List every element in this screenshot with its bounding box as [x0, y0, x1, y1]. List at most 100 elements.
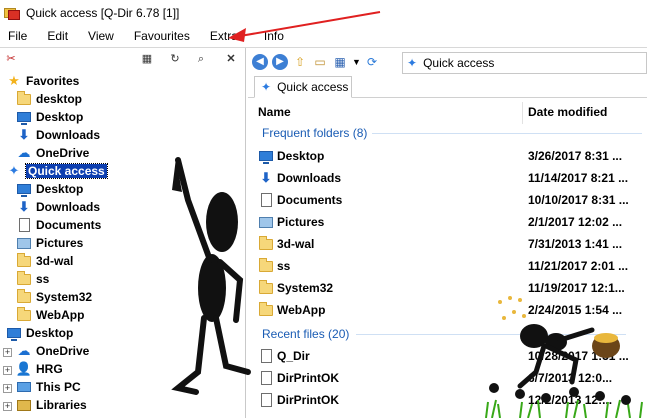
tree-item[interactable]: ☁ OneDrive [16, 144, 90, 162]
close-icon[interactable]: ✕ [224, 52, 238, 66]
tab-strip: ✦ Quick access [248, 74, 647, 98]
tree-item[interactable]: desktop [16, 90, 82, 108]
chevron-down-icon[interactable]: ▼ [352, 54, 361, 70]
column-header: Name Date modified [248, 102, 647, 124]
list-item[interactable]: DirPrintOK 6/7/2013 12:0... [256, 367, 647, 389]
tree-item[interactable]: Desktop [16, 108, 83, 126]
refresh-tree-icon[interactable]: ↻ [168, 52, 182, 66]
folder-icon [259, 235, 273, 250]
expand-toggle[interactable]: + [3, 384, 12, 393]
library-icon [17, 399, 31, 411]
tree-item[interactable]: System32 [16, 288, 92, 306]
tree-item[interactable]: ⬇ Downloads [16, 198, 100, 216]
list-item[interactable]: Q_Dir 10/28/2017 1:31 ... [256, 345, 647, 367]
desktop-icon [17, 112, 31, 125]
tree-root-desktop[interactable]: Desktop [6, 324, 73, 342]
folder-icon [259, 257, 273, 272]
pin-icon[interactable]: ✂ [4, 52, 18, 66]
new-folder-icon[interactable]: ▭ [312, 54, 328, 70]
quick-access-icon: ✦ [261, 80, 272, 94]
column-date-modified[interactable]: Date modified [528, 105, 607, 119]
folder-tree-pane: ✂ ▦ ↻ ⌕ ✕ ★ Favorites desktop Desktop ⬇ … [0, 48, 246, 418]
tree-quick-access[interactable]: ✦ Quick access [6, 162, 108, 180]
tree-root-libraries[interactable]: Libraries [16, 396, 87, 414]
group-header-recent[interactable]: Recent files (20) [248, 325, 647, 343]
tree-root-onedrive[interactable]: ☁ OneDrive [16, 342, 90, 360]
tree-root-this-pc[interactable]: This PC [16, 378, 81, 396]
search-icon[interactable]: ⌕ [194, 52, 208, 66]
folder-icon [17, 288, 31, 303]
view-icon[interactable]: ▦ [332, 54, 348, 70]
menu-favourites[interactable]: Favourites [124, 26, 200, 46]
desktop-icon [259, 151, 273, 164]
downloads-icon: ⬇ [260, 170, 272, 185]
menu-edit[interactable]: Edit [37, 26, 78, 46]
address-bar[interactable]: ✦ Quick access [402, 52, 647, 74]
star-icon: ★ [8, 73, 20, 88]
file-icon [260, 349, 272, 363]
menu-bar: File Edit View Favourites Extras Info [0, 26, 647, 46]
computer-icon [17, 382, 31, 392]
window-title: Quick access [Q-Dir 6.78 [1]] [26, 6, 180, 20]
desktop-icon [7, 328, 21, 341]
document-icon [18, 218, 30, 232]
downloads-icon: ⬇ [18, 127, 30, 142]
tree-toolbar: ✂ ▦ ↻ ⌕ ✕ [0, 48, 245, 70]
tree-item[interactable]: Desktop [16, 180, 83, 198]
list-item[interactable]: Desktop 3/26/2017 8:31 ... [256, 145, 647, 167]
tree-item[interactable]: Pictures [16, 234, 83, 252]
column-name[interactable]: Name [258, 105, 291, 119]
documents-icon [260, 193, 272, 207]
folder-icon [259, 301, 273, 316]
layout-icon[interactable]: ▦ [140, 52, 154, 66]
cloud-icon: ☁ [17, 343, 31, 358]
list-item[interactable]: ⬇ Downloads 11/14/2017 8:21 ... [256, 167, 647, 189]
tree-item[interactable]: 3d-wal [16, 252, 73, 270]
tree-item[interactable]: Documents [16, 216, 101, 234]
pictures-icon [259, 216, 273, 228]
folder-icon [17, 90, 31, 105]
menu-view[interactable]: View [78, 26, 124, 46]
menu-extras[interactable]: Extras [200, 26, 254, 46]
app-icon [4, 5, 20, 21]
pictures-icon [17, 237, 31, 249]
forward-button[interactable]: ▶ [272, 54, 288, 70]
list-item[interactable]: DirPrintOK 12/2/2013 12:... [256, 389, 647, 411]
back-button[interactable]: ◀ [252, 54, 268, 70]
file-icon [260, 393, 272, 407]
tree-favorites[interactable]: ★ Favorites [6, 72, 79, 90]
title-bar: Quick access [Q-Dir 6.78 [1]] [0, 0, 647, 26]
list-item[interactable]: WebApp 2/24/2015 1:54 ... [256, 299, 647, 321]
pin-star-icon: ✦ [8, 163, 20, 178]
folder-icon [17, 252, 31, 267]
tree-item[interactable]: WebApp [16, 306, 84, 324]
quick-access-icon: ✦ [407, 56, 418, 70]
desktop-icon [17, 184, 31, 197]
expand-toggle[interactable]: + [3, 348, 12, 357]
expand-toggle[interactable]: + [3, 402, 12, 411]
toolbar: ◀ ▶ ⇧ ▭ ▦ ▼ ⟳ ✦ Quick access [248, 50, 647, 74]
group-header-frequent[interactable]: Frequent folders (8) [248, 124, 647, 142]
up-folder-icon[interactable]: ⇧ [292, 54, 308, 70]
folder-icon [17, 270, 31, 285]
tree-item[interactable]: ss [16, 270, 49, 288]
tree-root-user[interactable]: 👤 HRG [16, 360, 63, 378]
list-item[interactable]: System32 11/19/2017 12:1... [256, 277, 647, 299]
list-item[interactable]: ss 11/21/2017 2:01 ... [256, 255, 647, 277]
list-item[interactable]: Pictures 2/1/2017 12:02 ... [256, 211, 647, 233]
refresh-icon[interactable]: ⟳ [364, 54, 380, 70]
folder-icon [17, 306, 31, 321]
user-icon: 👤 [15, 361, 33, 376]
list-item[interactable]: 3d-wal 7/31/2013 1:41 ... [256, 233, 647, 255]
cloud-icon: ☁ [17, 145, 31, 160]
tab-quick-access[interactable]: ✦ Quick access [254, 76, 352, 98]
tree-item[interactable]: ⬇ Downloads [16, 126, 100, 144]
folder-icon [259, 279, 273, 294]
list-item[interactable]: Documents 10/10/2017 8:31 ... [256, 189, 647, 211]
file-list-pane: ◀ ▶ ⇧ ▭ ▦ ▼ ⟳ ✦ Quick access ✦ Quick acc… [248, 48, 647, 418]
menu-file[interactable]: File [0, 26, 37, 46]
file-icon [260, 371, 272, 385]
expand-toggle[interactable]: + [3, 366, 12, 375]
downloads-icon: ⬇ [18, 199, 30, 214]
menu-info[interactable]: Info [254, 26, 294, 46]
